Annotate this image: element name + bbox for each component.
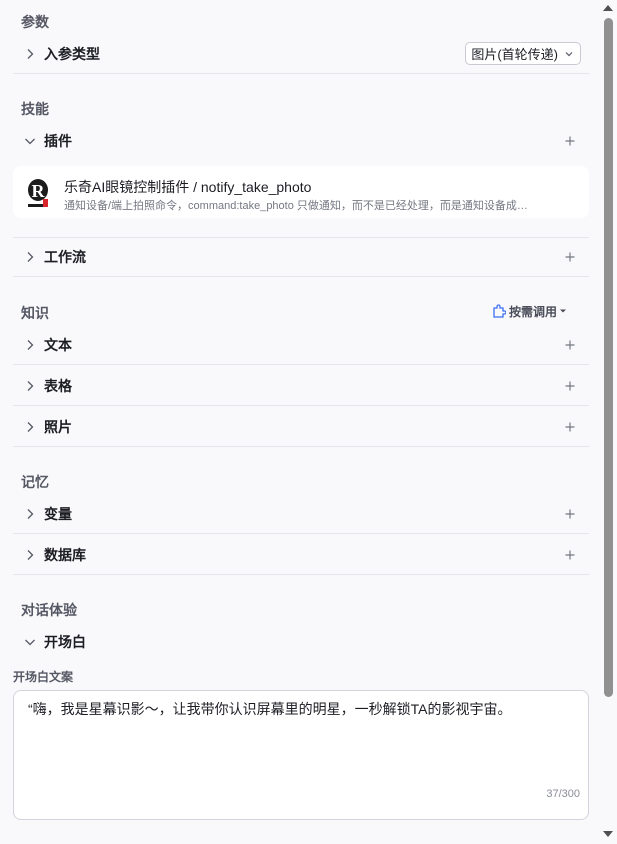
bot-config-panel: 参数 入参类型 图片(首轮传递) 技能 插件 R 乐奇AI眼镜控制插件 / no… [0,0,601,844]
plugin-label: 插件 [44,133,72,149]
chevron-right-icon[interactable] [24,421,36,433]
chevron-right-icon[interactable] [24,251,36,263]
opener-label: 开场白 [44,634,86,650]
add-database-plus-icon[interactable] [563,548,577,562]
chevron-right-icon[interactable] [24,380,36,392]
chevron-down-icon[interactable] [24,636,36,648]
add-table-plus-icon[interactable] [563,379,577,393]
scroll-down-arrow-icon[interactable] [603,831,613,837]
chevron-right-icon[interactable] [24,48,36,60]
knowledge-mode-dropdown[interactable]: 按需调用 [492,303,567,319]
plugin-description: 通知设备/端上拍照命令，command:take_photo 只做通知，而不是已… [64,200,528,212]
row-variable[interactable]: 变量 [13,494,589,534]
workflow-label: 工作流 [44,249,86,265]
knowledge-photo-label: 照片 [44,418,72,435]
chevron-down-icon[interactable] [24,135,36,147]
opener-textarea[interactable]: “嗨，我是星幕识影～，让我带你认识屏幕里的明星，一秒解锁TA的影视宇宙。 37/… [13,690,589,820]
row-knowledge-photo[interactable]: 照片 [13,407,589,447]
section-title-memory: 记忆 [21,474,49,490]
plugin-title: 乐奇AI眼镜控制插件 / notify_take_photo [64,179,312,195]
input-type-value: 图片(首轮传递) [471,47,558,62]
row-database[interactable]: 数据库 [13,535,589,575]
input-type-label: 入参类型 [44,45,100,62]
row-workflow[interactable]: 工作流 [13,237,589,277]
puzzle-icon [493,304,506,318]
plugin-logo-icon: R [28,179,48,207]
knowledge-mode-label: 按需调用 [508,304,557,319]
variable-label: 变量 [44,505,72,522]
scrollbar-thumb[interactable] [604,18,613,697]
knowledge-text-label: 文本 [44,336,72,353]
chevron-right-icon[interactable] [24,339,36,351]
add-text-plus-icon[interactable] [563,338,577,352]
caret-down-icon [560,309,566,313]
row-knowledge-text[interactable]: 文本 [13,325,589,365]
row-input-type[interactable]: 入参类型 图片(首轮传递) [13,34,589,74]
section-title-dialog: 对话体验 [21,602,77,618]
section-title-params: 参数 [21,14,49,30]
char-counter: 37/300 [546,788,580,800]
chevron-right-icon[interactable] [24,508,36,520]
row-opener[interactable]: 开场白 [13,622,589,662]
input-type-select[interactable]: 图片(首轮传递) [465,42,581,65]
section-title-skills: 技能 [21,101,49,117]
svg-text:R: R [32,181,46,201]
add-photo-plus-icon[interactable] [563,420,577,434]
add-workflow-plus-icon[interactable] [563,250,577,264]
row-knowledge-table[interactable]: 表格 [13,366,589,406]
scroll-up-arrow-icon[interactable] [603,5,613,11]
chevron-down-icon [564,49,574,59]
opener-text-label: 开场白文案 [13,670,74,684]
chevron-right-icon[interactable] [24,549,36,561]
knowledge-table-label: 表格 [44,377,72,394]
database-label: 数据库 [44,546,86,563]
opener-text[interactable]: “嗨，我是星幕识影～，让我带你认识屏幕里的明星，一秒解锁TA的影视宇宙。 [28,699,512,719]
plugin-card[interactable]: R 乐奇AI眼镜控制插件 / notify_take_photo 通知设备/端上… [13,166,589,218]
section-title-knowledge: 知识 [21,305,49,321]
add-variable-plus-icon[interactable] [563,507,577,521]
add-plugin-plus-icon[interactable] [563,134,577,148]
row-plugin[interactable]: 插件 [13,121,589,161]
